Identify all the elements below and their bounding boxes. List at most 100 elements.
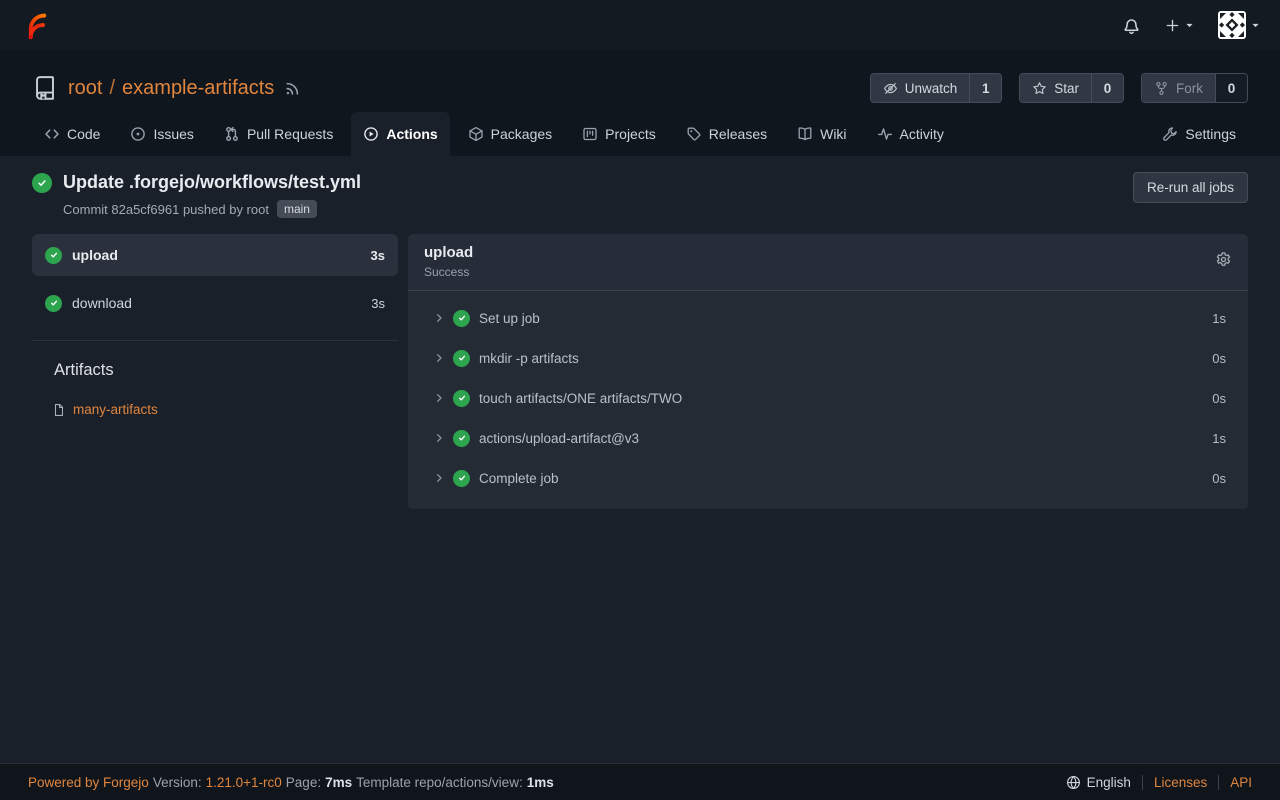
artifact-link[interactable]: many-artifacts — [52, 402, 398, 417]
breadcrumb-separator: / — [109, 77, 115, 100]
step-success-icon — [453, 470, 470, 487]
avatar — [1218, 11, 1246, 39]
repo-book-icon — [32, 75, 58, 101]
step-success-icon — [453, 390, 470, 407]
forgejo-logo-icon[interactable] — [20, 10, 51, 41]
step-name: Set up job — [479, 311, 540, 326]
page-time: 7ms — [325, 775, 352, 790]
step-row[interactable]: touch artifacts/ONE artifacts/TWO 0s — [408, 378, 1248, 418]
fork-button[interactable]: Fork 0 — [1141, 73, 1248, 103]
top-navbar — [0, 0, 1280, 50]
page-label: Page: — [286, 775, 321, 790]
tag-icon — [686, 126, 702, 142]
step-row[interactable]: mkdir -p artifacts 0s — [408, 338, 1248, 378]
job-duration: 3s — [371, 296, 385, 311]
rerun-all-jobs-button[interactable]: Re-run all jobs — [1133, 172, 1248, 203]
tab-actions[interactable]: Actions — [351, 112, 449, 156]
chevron-right-icon[interactable] — [433, 392, 445, 404]
stars-count[interactable]: 0 — [1091, 74, 1123, 102]
forks-count[interactable]: 0 — [1215, 74, 1247, 102]
template-label: Template repo/actions/view: — [356, 775, 523, 790]
package-icon — [468, 126, 484, 142]
tab-settings[interactable]: Settings — [1150, 112, 1248, 156]
steps-list: Set up job 1s mkdir -p artifacts 0s — [408, 291, 1248, 509]
tab-packages[interactable]: Packages — [456, 112, 564, 156]
create-new-dropdown[interactable] — [1165, 18, 1194, 33]
eye-slash-icon — [883, 81, 898, 96]
project-board-icon — [582, 126, 598, 142]
book-icon — [797, 126, 813, 142]
actions-run-page: Update .forgejo/workflows/test.yml Commi… — [0, 156, 1280, 763]
chevron-right-icon[interactable] — [433, 472, 445, 484]
notifications-bell-icon[interactable] — [1122, 16, 1141, 35]
tab-pull-requests[interactable]: Pull Requests — [212, 112, 345, 156]
branch-badge[interactable]: main — [277, 200, 317, 218]
star-icon — [1032, 81, 1047, 96]
step-row[interactable]: Set up job 1s — [408, 298, 1248, 338]
step-duration: 0s — [1212, 471, 1226, 486]
star-button[interactable]: Star 0 — [1019, 73, 1124, 103]
job-detail-status: Success — [424, 265, 473, 279]
tab-wiki[interactable]: Wiki — [785, 112, 858, 156]
repo-name-link[interactable]: example-artifacts — [122, 77, 274, 100]
fork-icon — [1154, 81, 1169, 96]
divider — [1218, 775, 1219, 790]
commit-text: Commit 82a5cf6961 pushed by root — [63, 202, 269, 217]
powered-by-link[interactable]: Powered by Forgejo — [28, 775, 149, 790]
step-duration: 0s — [1212, 351, 1226, 366]
chevron-right-icon[interactable] — [433, 312, 445, 324]
fork-label: Fork — [1176, 81, 1203, 96]
api-link[interactable]: API — [1230, 775, 1252, 790]
step-duration: 1s — [1212, 431, 1226, 446]
job-success-icon — [45, 247, 62, 264]
step-row[interactable]: actions/upload-artifact@v3 1s — [408, 418, 1248, 458]
job-detail-name: upload — [424, 244, 473, 261]
chevron-down-icon — [1251, 21, 1260, 30]
run-title: Update .forgejo/workflows/test.yml — [63, 172, 361, 193]
step-name: actions/upload-artifact@v3 — [479, 431, 639, 446]
play-circle-icon — [363, 126, 379, 142]
tab-code[interactable]: Code — [32, 112, 112, 156]
issue-opened-icon — [130, 126, 146, 142]
unwatch-button[interactable]: Unwatch 1 — [870, 73, 1003, 103]
version-link[interactable]: 1.21.0+1-rc0 — [206, 775, 282, 790]
version-label: Version: — [153, 775, 202, 790]
repo-tabs: Code Issues Pull Requests Actions Packag… — [0, 112, 1280, 156]
step-success-icon — [453, 430, 470, 447]
step-name: mkdir -p artifacts — [479, 351, 579, 366]
licenses-link[interactable]: Licenses — [1154, 775, 1207, 790]
step-row[interactable]: Complete job 0s — [408, 458, 1248, 498]
job-row[interactable]: download 3s — [32, 282, 398, 324]
nav-right — [1122, 11, 1260, 39]
code-icon — [44, 126, 60, 142]
footer: Powered by Forgejo Version: 1.21.0+1-rc0… — [0, 763, 1280, 800]
run-success-icon — [32, 173, 52, 193]
job-row[interactable]: upload 3s — [32, 234, 398, 276]
step-duration: 0s — [1212, 391, 1226, 406]
tab-releases[interactable]: Releases — [674, 112, 779, 156]
watchers-count[interactable]: 1 — [969, 74, 1001, 102]
tab-activity[interactable]: Activity — [865, 112, 956, 156]
jobs-sidebar: upload 3s download 3s Artifacts many-art… — [32, 234, 398, 417]
rss-icon[interactable] — [284, 80, 301, 97]
step-success-icon — [453, 310, 470, 327]
job-detail-panel: upload Success — [408, 234, 1248, 509]
chevron-down-icon — [1185, 21, 1194, 30]
job-name: download — [72, 295, 132, 311]
job-detail-header: upload Success — [408, 234, 1248, 291]
chevron-right-icon[interactable] — [433, 432, 445, 444]
repo-actions: Unwatch 1 Star 0 — [870, 73, 1248, 103]
gear-icon[interactable] — [1215, 251, 1232, 268]
user-menu[interactable] — [1218, 11, 1260, 39]
language-menu[interactable]: English — [1066, 775, 1131, 790]
chevron-right-icon[interactable] — [433, 352, 445, 364]
tab-issues[interactable]: Issues — [118, 112, 205, 156]
step-name: Complete job — [479, 471, 559, 486]
repo-owner-link[interactable]: root — [68, 77, 102, 100]
artifacts-heading: Artifacts — [54, 361, 398, 380]
pulse-icon — [877, 126, 893, 142]
tools-icon — [1162, 126, 1178, 142]
unwatch-label: Unwatch — [905, 81, 958, 96]
tab-projects[interactable]: Projects — [570, 112, 668, 156]
commit-line: Commit 82a5cf6961 pushed by root main — [63, 200, 361, 218]
